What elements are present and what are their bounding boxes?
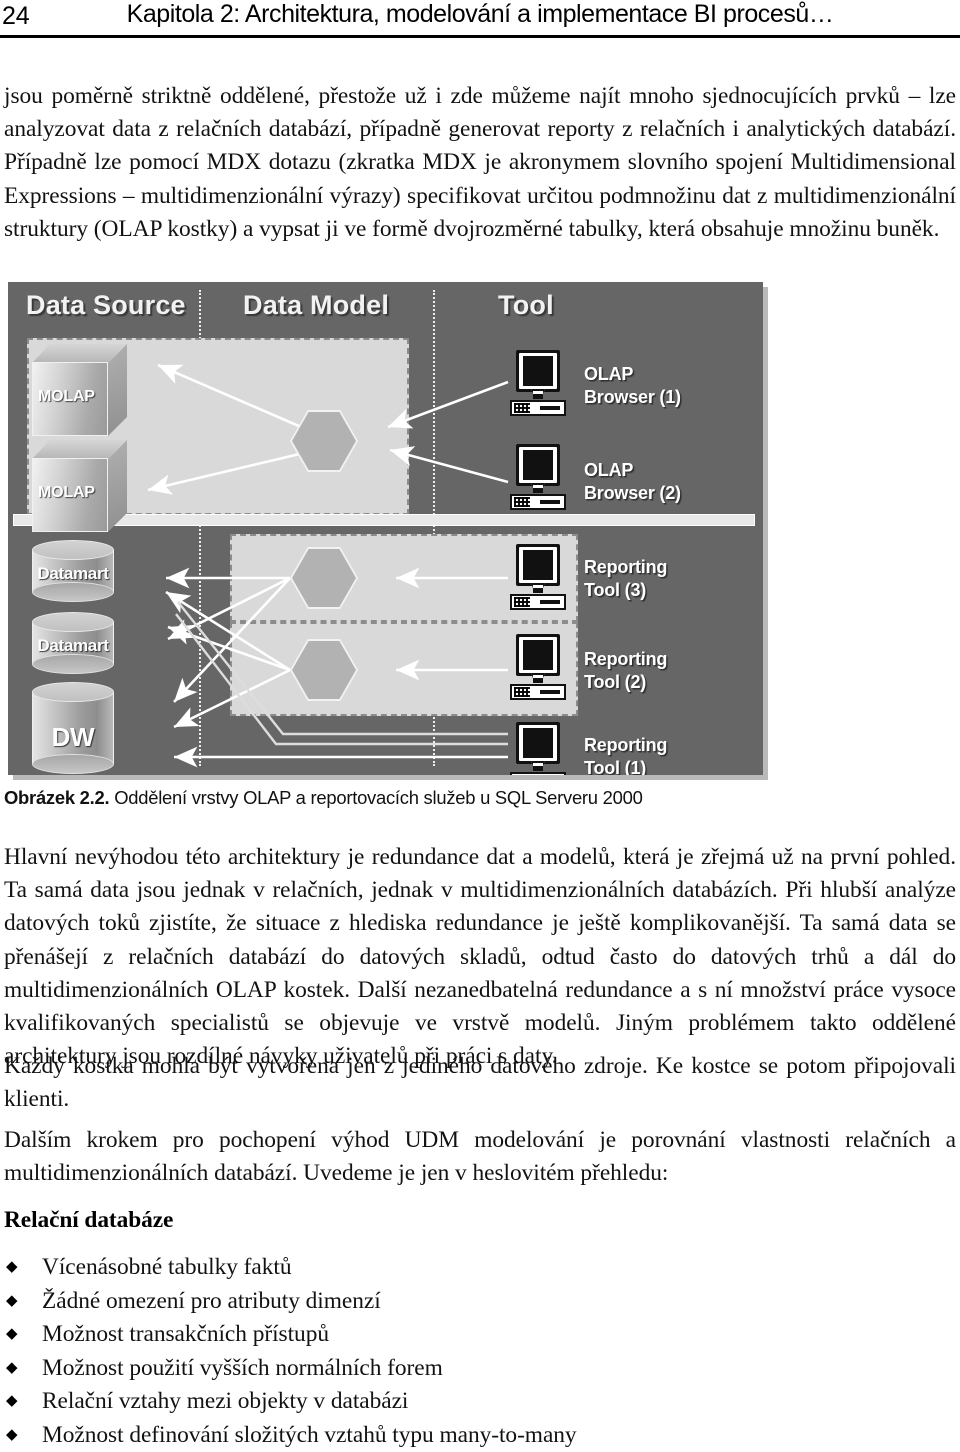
- bullet-marker-icon: ◆: [6, 1285, 18, 1319]
- tool-icon-reporting-tool-1: [510, 722, 566, 775]
- list-item: ◆ Možnost použití vyšších normálních for…: [4, 1352, 704, 1386]
- monitor-screen: [523, 450, 553, 480]
- cylinder-top: [32, 540, 114, 560]
- keyboard-spacebar: [540, 690, 560, 694]
- tool-label-olap-browser-2: OLAP Browser (2): [584, 459, 681, 505]
- page-header: 24 Kapitola 2: Architektura, modelování …: [0, 0, 960, 38]
- figure-caption-label: Obrázek 2.2.: [4, 787, 109, 808]
- bullet-list: ◆ Vícenásobné tabulky faktů ◆ Žádné omez…: [4, 1251, 704, 1452]
- monitor-foot: [533, 766, 543, 771]
- data-source-dw: DW: [32, 682, 114, 774]
- tool-label-reporting-tool-1: Reporting Tool (1): [584, 734, 667, 775]
- monitor-foot: [533, 394, 543, 399]
- figure-shadow-bottom: [13, 775, 768, 780]
- zone-title-data-model: Data Model: [243, 290, 389, 321]
- paragraph-udm: Dalším krokem pro pochopení výhod UDM mo…: [4, 1124, 956, 1190]
- list-item-label: Možnost použití vyšších normálních forem: [42, 1352, 443, 1386]
- keyboard-spacebar: [540, 500, 560, 504]
- bullet-marker-icon: ◆: [6, 1385, 18, 1419]
- cylinder-top: [32, 682, 114, 702]
- monitor-screen: [523, 356, 553, 386]
- monitor-screen: [523, 728, 553, 758]
- bullet-marker-icon: ◆: [6, 1318, 18, 1352]
- tool-label-reporting-tool-2: Reporting Tool (2): [584, 648, 667, 694]
- tool-icon-reporting-tool-3: [510, 544, 566, 610]
- tool-icon-reporting-tool-2: [510, 634, 566, 700]
- tool-icon-olap-browser-1: [510, 350, 566, 416]
- keyboard-spacebar: [540, 406, 560, 410]
- keyboard-keys: [514, 687, 530, 697]
- data-source-label: MOLAP: [38, 388, 95, 406]
- tool-label-olap-browser-1: OLAP Browser (1): [584, 363, 681, 409]
- cylinder-bottom: [32, 654, 114, 674]
- bullet-marker-icon: ◆: [6, 1352, 18, 1386]
- list-item-label: Relační vztahy mezi objekty v databázi: [42, 1385, 408, 1419]
- data-source-label: Datamart: [32, 564, 114, 584]
- paragraph-redundance: Hlavní nevýhodou této architektury je re…: [4, 841, 956, 1073]
- list-item-label: Možnost definování složitých vztahů typu…: [42, 1419, 577, 1452]
- data-source-label: DW: [32, 722, 114, 753]
- subheading-relacni-databaze: Relační databáze: [4, 1207, 173, 1234]
- zone-title-data-source: Data Source: [26, 290, 186, 321]
- monitor-foot: [533, 588, 543, 593]
- cylinder-bottom: [32, 754, 114, 774]
- figure-shadow-right: [763, 287, 768, 780]
- figure-caption-text: Oddělení vrstvy OLAP a reportovacích slu…: [109, 787, 642, 808]
- data-source-label: Datamart: [32, 636, 114, 656]
- monitor-screen: [523, 550, 553, 580]
- monitor-foot: [533, 488, 543, 493]
- bullet-marker-icon: ◆: [6, 1419, 18, 1452]
- tool-label-reporting-tool-3: Reporting Tool (3): [584, 556, 667, 602]
- bullet-marker-icon: ◆: [6, 1251, 18, 1285]
- cylinder-top: [32, 612, 114, 632]
- header-divider: [0, 35, 960, 38]
- keyboard-keys: [514, 403, 530, 413]
- keyboard-keys: [514, 597, 530, 607]
- hexagon-inner: [292, 412, 356, 470]
- figure-caption: Obrázek 2.2. Oddělení vrstvy OLAP a repo…: [4, 786, 956, 810]
- list-item: ◆ Relační vztahy mezi objekty v databázi: [4, 1385, 704, 1419]
- zone-title-tool: Tool: [498, 290, 554, 321]
- chapter-title: Kapitola 2: Architektura, modelování a i…: [0, 0, 960, 29]
- list-item: ◆ Možnost transakčních přístupů: [4, 1318, 704, 1352]
- hexagon-inner: [292, 549, 356, 607]
- keyboard-keys: [514, 497, 530, 507]
- hexagon-inner: [292, 641, 356, 699]
- paragraph-intro: jsou poměrně striktně oddělené, přestože…: [4, 80, 956, 246]
- figure-olap-reporting-diagram: Data Source Data Model Tool: [8, 282, 763, 775]
- list-item: ◆ Vícenásobné tabulky faktů: [4, 1251, 704, 1285]
- tool-icon-olap-browser-2: [510, 444, 566, 510]
- list-item: ◆ Možnost definování složitých vztahů ty…: [4, 1419, 704, 1452]
- list-item: ◆ Žádné omezení pro atributy dimenzí: [4, 1285, 704, 1319]
- paragraph-kostka: Každý kostka mohla být vytvořena jen z j…: [4, 1050, 956, 1116]
- data-source-datamart-2: Datamart: [32, 612, 114, 674]
- layer-separator-band: [13, 514, 755, 526]
- cylinder-bottom: [32, 582, 114, 602]
- list-item-label: Možnost transakčních přístupů: [42, 1318, 329, 1352]
- data-source-datamart-1: Datamart: [32, 540, 114, 602]
- data-source-label: MOLAP: [38, 484, 95, 502]
- monitor-foot: [533, 678, 543, 683]
- list-item-label: Žádné omezení pro atributy dimenzí: [42, 1285, 381, 1319]
- monitor-screen: [523, 640, 553, 670]
- list-item-label: Vícenásobné tabulky faktů: [42, 1251, 291, 1285]
- keyboard-spacebar: [540, 600, 560, 604]
